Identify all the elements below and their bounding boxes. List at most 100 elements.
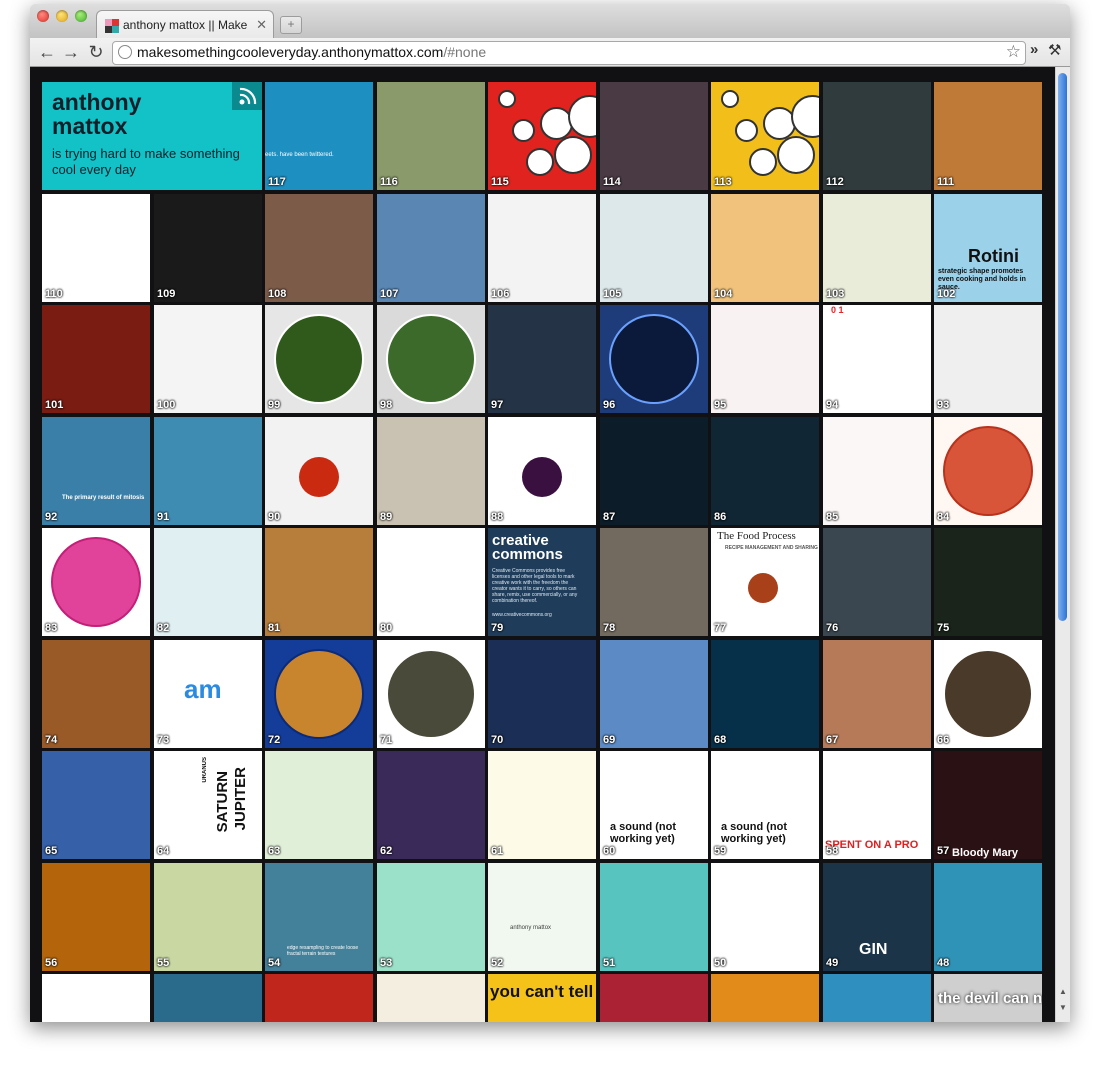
project-tile[interactable]: 71 bbox=[377, 640, 485, 748]
project-tile[interactable] bbox=[823, 974, 931, 1022]
project-tile[interactable]: 87 bbox=[600, 417, 708, 525]
tile-number: 80 bbox=[380, 622, 393, 634]
project-tile[interactable]: creative commons Creative Commons provide… bbox=[488, 528, 596, 636]
new-tab-button[interactable]: + bbox=[280, 16, 302, 34]
project-tile[interactable]: eets. have been twittered. 117 bbox=[265, 82, 373, 190]
project-tile[interactable]: GIN 49 bbox=[823, 863, 931, 971]
tab-close-icon[interactable]: ✕ bbox=[256, 17, 267, 33]
project-tile[interactable]: 90 bbox=[265, 417, 373, 525]
project-tile[interactable]: 62 bbox=[377, 751, 485, 859]
project-tile[interactable]: 66 bbox=[934, 640, 1042, 748]
project-tile[interactable]: 50 bbox=[711, 863, 819, 971]
project-tile[interactable]: anthony mattox 52 bbox=[488, 863, 596, 971]
project-tile[interactable]: Bloody Mary 57 bbox=[934, 751, 1042, 859]
project-tile[interactable] bbox=[377, 974, 485, 1022]
project-tile[interactable]: 103 bbox=[823, 194, 931, 302]
project-tile[interactable] bbox=[600, 974, 708, 1022]
zoom-window-button[interactable] bbox=[75, 10, 87, 22]
project-tile[interactable]: 111 bbox=[934, 82, 1042, 190]
project-tile[interactable]: 55 bbox=[154, 863, 262, 971]
scroll-down-icon[interactable]: ▼ bbox=[1058, 1003, 1068, 1013]
rss-icon[interactable] bbox=[232, 82, 262, 110]
project-tile[interactable]: 107 bbox=[377, 194, 485, 302]
project-tile[interactable] bbox=[42, 974, 150, 1022]
project-tile[interactable]: 70 bbox=[488, 640, 596, 748]
project-tile[interactable]: 78 bbox=[600, 528, 708, 636]
project-tile[interactable]: 80 bbox=[377, 528, 485, 636]
project-tile[interactable]: 48 bbox=[934, 863, 1042, 971]
project-tile[interactable]: 76 bbox=[823, 528, 931, 636]
wrench-icon[interactable]: ⚒ bbox=[1048, 41, 1061, 59]
project-tile[interactable]: 116 bbox=[377, 82, 485, 190]
project-tile[interactable]: 51 bbox=[600, 863, 708, 971]
project-tile[interactable] bbox=[265, 974, 373, 1022]
project-tile[interactable]: The Food Process RECIPE MANAGEMENT AND SH… bbox=[711, 528, 819, 636]
project-tile[interactable]: Rotini strategic shape promotes even cook… bbox=[934, 194, 1042, 302]
project-tile[interactable]: 97 bbox=[488, 305, 596, 413]
scrollbar-thumb[interactable] bbox=[1058, 73, 1067, 621]
project-tile[interactable]: a sound (not working yet) 59 bbox=[711, 751, 819, 859]
project-tile[interactable]: The primary result of mitosis 92 bbox=[42, 417, 150, 525]
vertical-scrollbar[interactable]: ▲ ▼ bbox=[1055, 67, 1070, 1022]
minimize-window-button[interactable] bbox=[56, 10, 68, 22]
back-icon[interactable]: ← bbox=[36, 41, 58, 63]
project-tile[interactable]: 68 bbox=[711, 640, 819, 748]
project-tile[interactable]: 113 bbox=[711, 82, 819, 190]
project-tile[interactable]: the devil can not red bbox=[934, 974, 1042, 1022]
project-tile[interactable]: 65 bbox=[42, 751, 150, 859]
project-tile[interactable]: 63 bbox=[265, 751, 373, 859]
project-tile[interactable]: 53 bbox=[377, 863, 485, 971]
address-bar[interactable]: makesomethingcooleveryday.anthonymattox.… bbox=[112, 41, 1026, 65]
project-tile[interactable]: 93 bbox=[934, 305, 1042, 413]
project-tile[interactable]: 98 bbox=[377, 305, 485, 413]
close-window-button[interactable] bbox=[37, 10, 49, 22]
url-text[interactable]: makesomethingcooleveryday.anthonymattox.… bbox=[137, 44, 486, 60]
project-tile[interactable]: 110 bbox=[42, 194, 150, 302]
site-header-tile[interactable]: anthony mattox is trying hard to make so… bbox=[42, 82, 262, 190]
project-tile[interactable]: 108 bbox=[265, 194, 373, 302]
project-tile[interactable]: 101 bbox=[42, 305, 150, 413]
project-tile[interactable]: 112 bbox=[823, 82, 931, 190]
chevron-icon[interactable]: » bbox=[1030, 41, 1038, 58]
scroll-up-icon[interactable]: ▲ bbox=[1058, 987, 1068, 997]
project-tile[interactable]: 86 bbox=[711, 417, 819, 525]
project-tile[interactable]: 89 bbox=[377, 417, 485, 525]
project-tile[interactable]: 85 bbox=[823, 417, 931, 525]
project-tile[interactable]: 75 bbox=[934, 528, 1042, 636]
project-tile[interactable]: edge resampling to create loose fractal … bbox=[265, 863, 373, 971]
project-tile[interactable]: 88 bbox=[488, 417, 596, 525]
project-tile[interactable]: 69 bbox=[600, 640, 708, 748]
project-tile[interactable]: 106 bbox=[488, 194, 596, 302]
project-tile[interactable]: 99 bbox=[265, 305, 373, 413]
project-tile[interactable] bbox=[711, 974, 819, 1022]
project-tile[interactable]: SATURN JUPITER URANUS 64 bbox=[154, 751, 262, 859]
project-tile[interactable]: a sound (not working yet) 60 bbox=[600, 751, 708, 859]
project-tile[interactable]: 115 bbox=[488, 82, 596, 190]
project-tile[interactable]: you can't tell the difference bbox=[488, 974, 596, 1022]
project-tile[interactable]: SPENT ON A PRO 58 bbox=[823, 751, 931, 859]
project-tile[interactable]: 95 bbox=[711, 305, 819, 413]
project-tile[interactable]: 84 bbox=[934, 417, 1042, 525]
project-tile[interactable]: 82 bbox=[154, 528, 262, 636]
project-tile[interactable]: 81 bbox=[265, 528, 373, 636]
project-tile[interactable]: 105 bbox=[600, 194, 708, 302]
project-tile[interactable]: 56 bbox=[42, 863, 150, 971]
project-tile[interactable]: 74 bbox=[42, 640, 150, 748]
browser-tab[interactable]: anthony mattox || Make Something Cool Ev… bbox=[96, 10, 274, 39]
project-tile[interactable] bbox=[154, 974, 262, 1022]
project-tile[interactable]: 0 1 94 bbox=[823, 305, 931, 413]
project-tile[interactable]: 61 bbox=[488, 751, 596, 859]
reload-icon[interactable]: ↻ bbox=[85, 41, 107, 63]
project-tile[interactable]: 83 bbox=[42, 528, 150, 636]
project-tile[interactable]: 109 bbox=[154, 194, 262, 302]
project-tile[interactable]: 104 bbox=[711, 194, 819, 302]
forward-icon[interactable]: → bbox=[60, 41, 82, 63]
project-tile[interactable]: 114 bbox=[600, 82, 708, 190]
project-tile[interactable]: 67 bbox=[823, 640, 931, 748]
star-icon[interactable]: ☆ bbox=[1006, 42, 1021, 62]
project-tile[interactable]: am 73 bbox=[154, 640, 262, 748]
project-tile[interactable]: 72 bbox=[265, 640, 373, 748]
project-tile[interactable]: 100 bbox=[154, 305, 262, 413]
project-tile[interactable]: 96 bbox=[600, 305, 708, 413]
project-tile[interactable]: 91 bbox=[154, 417, 262, 525]
